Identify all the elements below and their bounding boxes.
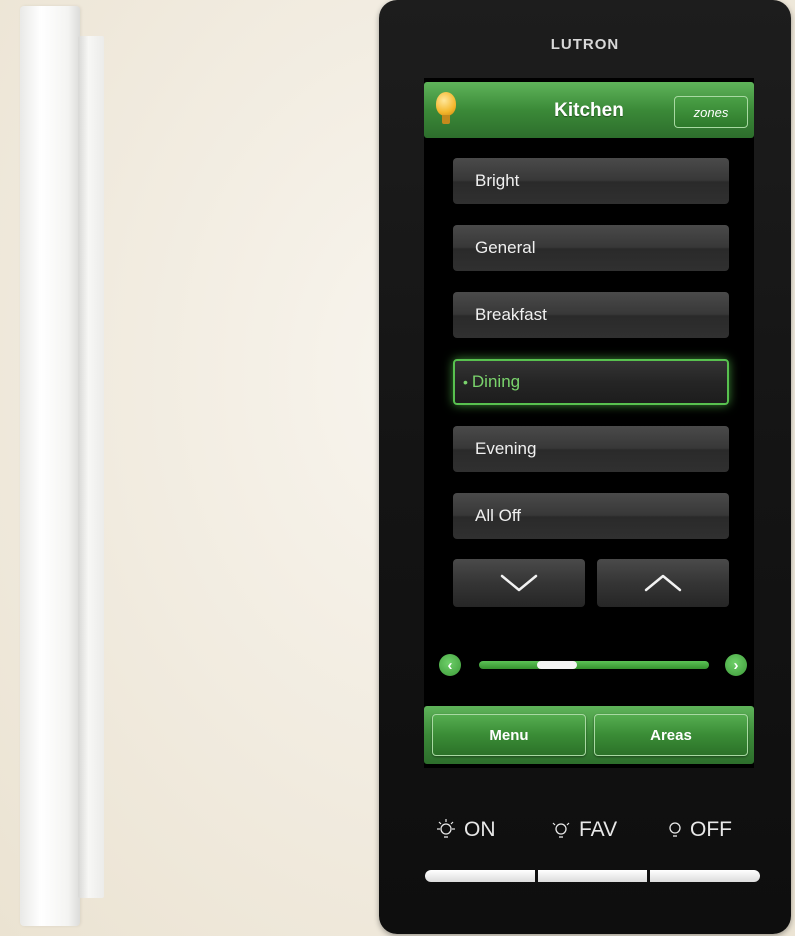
bulb-on-icon	[437, 819, 455, 838]
areas-button[interactable]: Areas	[594, 714, 748, 756]
scene-button-all-off[interactable]: All Off	[453, 493, 729, 539]
chevron-down-icon	[500, 574, 538, 592]
page-prev-button[interactable]: ‹	[439, 654, 461, 676]
active-indicator-icon: •	[463, 374, 468, 390]
hw-off-label: OFF	[666, 818, 732, 842]
device-side-faceplate	[78, 36, 104, 898]
scene-label: Evening	[475, 439, 537, 458]
bulb-icon	[436, 92, 456, 124]
menu-button[interactable]: Menu	[432, 714, 586, 756]
keypad-device: LUTRON Kitchen zones Bright General Brea…	[379, 0, 791, 934]
hw-on-label: ON	[434, 818, 496, 842]
touch-screen: Kitchen zones Bright General Breakfast •…	[424, 78, 754, 768]
scene-label: Dining	[471, 372, 521, 391]
device-side-profile	[20, 6, 80, 926]
scene-button-general[interactable]: General	[453, 225, 729, 271]
page-slider-track[interactable]	[479, 661, 709, 669]
hw-on-button[interactable]	[425, 870, 535, 882]
hw-on-text: ON	[464, 818, 496, 841]
page-slider-thumb[interactable]	[537, 661, 577, 669]
hw-fav-label: FAV	[549, 818, 617, 842]
bottom-menu-bar: Menu Areas	[424, 706, 754, 764]
brand-logo: LUTRON	[550, 36, 620, 53]
area-header: Kitchen zones	[424, 82, 754, 138]
scene-button-evening[interactable]: Evening	[453, 426, 729, 472]
chevron-up-icon	[644, 574, 682, 592]
hw-fav-button[interactable]	[538, 870, 647, 882]
area-title: Kitchen	[554, 100, 624, 121]
scroll-down-button[interactable]	[453, 559, 585, 607]
page-next-button[interactable]: ›	[725, 654, 747, 676]
scene-label: All Off	[475, 506, 521, 525]
hw-fav-text: FAV	[579, 818, 618, 841]
scroll-up-button[interactable]	[597, 559, 729, 607]
scene-button-bright[interactable]: Bright	[453, 158, 729, 204]
hw-off-text: OFF	[690, 818, 732, 841]
chevron-right-icon: ›	[733, 656, 739, 674]
scene-button-breakfast[interactable]: Breakfast	[453, 292, 729, 338]
hw-off-button[interactable]	[650, 870, 760, 882]
scene-button-dining[interactable]: • Dining	[453, 359, 729, 405]
chevron-left-icon: ‹	[447, 656, 453, 674]
scene-label: Bright	[475, 171, 520, 190]
scene-label: Breakfast	[475, 305, 547, 324]
bulb-off-icon	[669, 822, 681, 837]
bulb-fav-icon	[552, 822, 570, 838]
scene-label: General	[475, 238, 536, 257]
zones-button[interactable]: zones	[674, 96, 748, 128]
